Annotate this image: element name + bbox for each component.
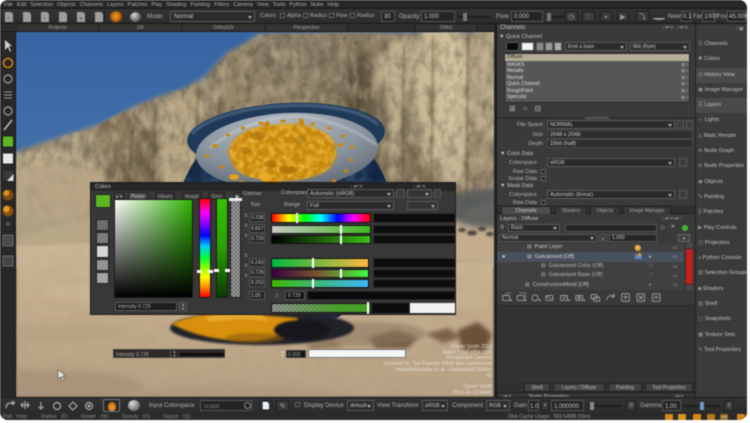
svg-text:+: + — [567, 298, 570, 304]
svg-text:+: + — [7, 16, 10, 22]
svg-text:+: + — [524, 298, 527, 304]
svg-text:+: + — [43, 16, 46, 22]
svg-text:+: + — [510, 298, 513, 304]
svg-text:➤: ➤ — [79, 16, 83, 22]
svg-text:+: + — [583, 298, 586, 304]
svg-text:+: + — [538, 298, 541, 304]
